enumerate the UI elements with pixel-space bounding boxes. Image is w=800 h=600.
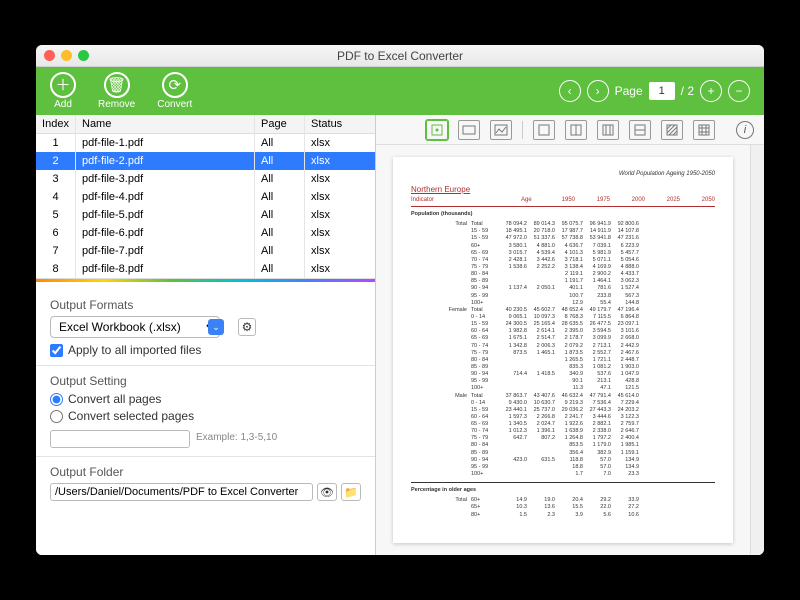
main-toolbar: ＋ Add 🗑 Remove ⟳ Convert ‹ › Page / 2 + … — [36, 67, 764, 115]
mode-column-2[interactable] — [565, 120, 587, 140]
remove-button[interactable]: 🗑 Remove — [98, 72, 135, 110]
format-settings-button[interactable]: ⚙ — [238, 318, 256, 336]
page-number-input[interactable] — [649, 82, 675, 100]
file-table: Index Name Page Status 1pdf-file-1.pdfAl… — [36, 115, 375, 279]
section-percentage: Percentage in older ages — [411, 487, 715, 494]
page-controls: ‹ › Page / 2 + − — [559, 80, 750, 102]
zoom-out-button[interactable]: − — [728, 80, 750, 102]
region-title: Northern Europe — [411, 185, 715, 195]
zoom-in-button[interactable]: + — [700, 80, 722, 102]
eye-icon: 👁 — [320, 486, 334, 499]
mode-row-split[interactable] — [629, 120, 651, 140]
trash-icon: 🗑 — [104, 72, 130, 98]
col-page: Page — [255, 115, 305, 133]
info-button[interactable]: i — [736, 121, 754, 139]
folder-icon: 📁 — [344, 486, 358, 499]
output-formats-label: Output Formats — [50, 298, 361, 312]
titlebar: PDF to Excel Converter — [36, 45, 764, 67]
reveal-folder-button[interactable]: 👁 — [317, 483, 337, 501]
add-button[interactable]: ＋ Add — [50, 72, 76, 110]
convert-label: Convert — [157, 99, 192, 110]
mode-image[interactable] — [490, 120, 512, 140]
table-row[interactable]: 5pdf-file-5.pdfAllxlsx — [36, 206, 375, 224]
browse-folder-button[interactable]: 📁 — [341, 483, 361, 501]
table-row[interactable]: 4pdf-file-4.pdfAllxlsx — [36, 188, 375, 206]
page-total: / 2 — [681, 84, 694, 98]
table-header: Index Name Page Status — [36, 115, 375, 134]
prev-page-button[interactable]: ‹ — [559, 80, 581, 102]
mode-detect-tables[interactable] — [426, 120, 448, 140]
col-name: Name — [76, 115, 255, 133]
table-row[interactable]: 7pdf-file-7.pdfAllxlsx — [36, 242, 375, 260]
convert-button[interactable]: ⟳ Convert — [157, 72, 192, 110]
doc-header: World Population Ageing 1950-2050 — [411, 171, 715, 179]
table-row[interactable]: 6pdf-file-6.pdfAllxlsx — [36, 224, 375, 242]
section-population: Population (thousands) — [411, 211, 715, 218]
page-range-input[interactable] — [50, 430, 190, 448]
mode-hatch[interactable] — [661, 120, 683, 140]
mode-merge-cells[interactable] — [458, 120, 480, 140]
mode-column-3[interactable] — [597, 120, 619, 140]
page-range-example: Example: 1,3-5,10 — [196, 432, 277, 443]
table-row[interactable]: 2pdf-file-2.pdfAllxlsx — [36, 152, 375, 170]
apply-all-checkbox[interactable]: Apply to all imported files — [50, 343, 361, 357]
remove-label: Remove — [98, 99, 135, 110]
mode-grid[interactable] — [693, 120, 715, 140]
table-row[interactable]: 1pdf-file-1.pdfAllxlsx — [36, 134, 375, 152]
output-folder-input[interactable] — [50, 483, 313, 501]
add-label: Add — [54, 99, 72, 110]
next-page-button[interactable]: › — [587, 80, 609, 102]
output-folder-label: Output Folder — [50, 465, 361, 479]
table-row[interactable]: 8pdf-file-8.pdfAllxlsx — [36, 260, 375, 278]
page-label: Page — [615, 84, 643, 98]
refresh-icon: ⟳ — [162, 72, 188, 98]
table-row[interactable]: 3pdf-file-3.pdfAllxlsx — [36, 170, 375, 188]
output-setting-label: Output Setting — [50, 374, 361, 388]
indicator-header-row: Indicator Age 19501975200020252050 — [411, 197, 715, 207]
convert-all-pages-radio[interactable]: Convert all pages — [50, 392, 361, 406]
convert-selected-pages-radio[interactable]: Convert selected pages — [50, 409, 361, 423]
output-format-select[interactable]: Excel Workbook (.xlsx) — [50, 316, 220, 338]
window-title: PDF to Excel Converter — [36, 49, 764, 63]
extraction-mode-bar: i — [376, 115, 764, 145]
preview-scrollbar[interactable] — [750, 145, 764, 555]
mode-column-1[interactable] — [533, 120, 555, 140]
pdf-page: World Population Ageing 1950-2050 Northe… — [393, 157, 733, 543]
preview-pane[interactable]: World Population Ageing 1950-2050 Northe… — [376, 145, 750, 555]
col-index: Index — [36, 115, 76, 133]
col-status: Status — [305, 115, 375, 133]
gear-icon: ⚙ — [242, 320, 253, 334]
plus-icon: ＋ — [50, 72, 76, 98]
